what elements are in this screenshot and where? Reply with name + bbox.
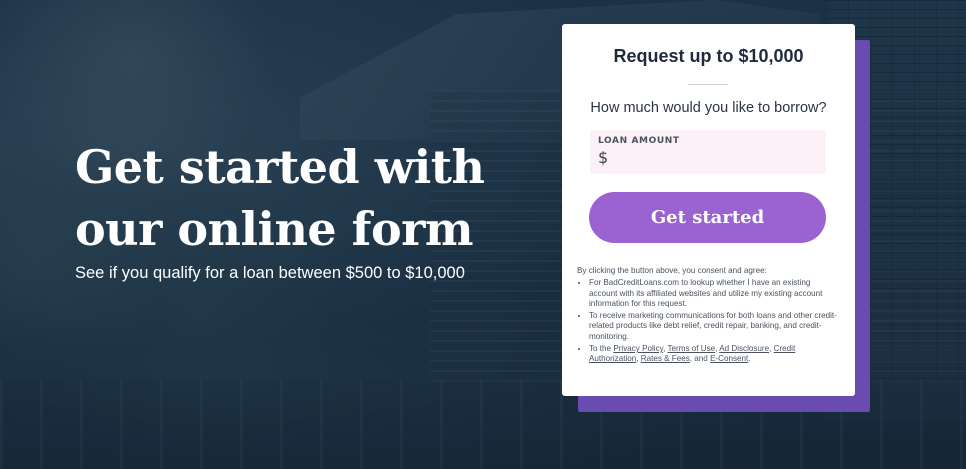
period: . [748,354,751,364]
disclaimer-item-policies: To the Privacy Policy, Terms of Use, Ad … [589,344,839,365]
title-divider [688,84,728,85]
loan-amount-row: $ [598,148,818,167]
policies-prefix: To the [589,344,612,354]
e-consent-link[interactable]: E-Consent [710,354,748,363]
disclaimer-list: For BadCreditLoans.com to lookup whether… [577,278,839,364]
ad-disclosure-link[interactable]: Ad Disclosure [719,344,769,353]
consent-disclaimer: By clicking the button above, you consen… [577,266,839,367]
loan-amount-input[interactable] [610,149,811,166]
separator: , and [689,354,711,364]
rates-fees-link[interactable]: Rates & Fees [641,354,690,363]
privacy-policy-link[interactable]: Privacy Policy [613,344,663,353]
loan-amount-field[interactable]: LOAN AMOUNT $ [590,130,826,174]
hero-headline: Get started with our online form [75,140,485,256]
disclaimer-item-lookup: For BadCreditLoans.com to lookup whether… [589,278,839,309]
get-started-button[interactable]: Get started [589,192,826,243]
loan-request-form: Request up to $10,000 How much would you… [562,24,855,396]
form-question: How much would you like to borrow? [590,100,827,116]
form-title: Request up to $10,000 [613,46,804,66]
terms-of-use-link[interactable]: Terms of Use [667,344,715,353]
currency-symbol: $ [598,148,609,167]
disclaimer-item-marketing: To receive marketing communications for … [589,311,839,342]
disclaimer-intro: By clicking the button above, you consen… [577,266,767,275]
hero-subheadline: See if you qualify for a loan between $5… [75,264,465,282]
loan-amount-label: LOAN AMOUNT [598,136,680,146]
